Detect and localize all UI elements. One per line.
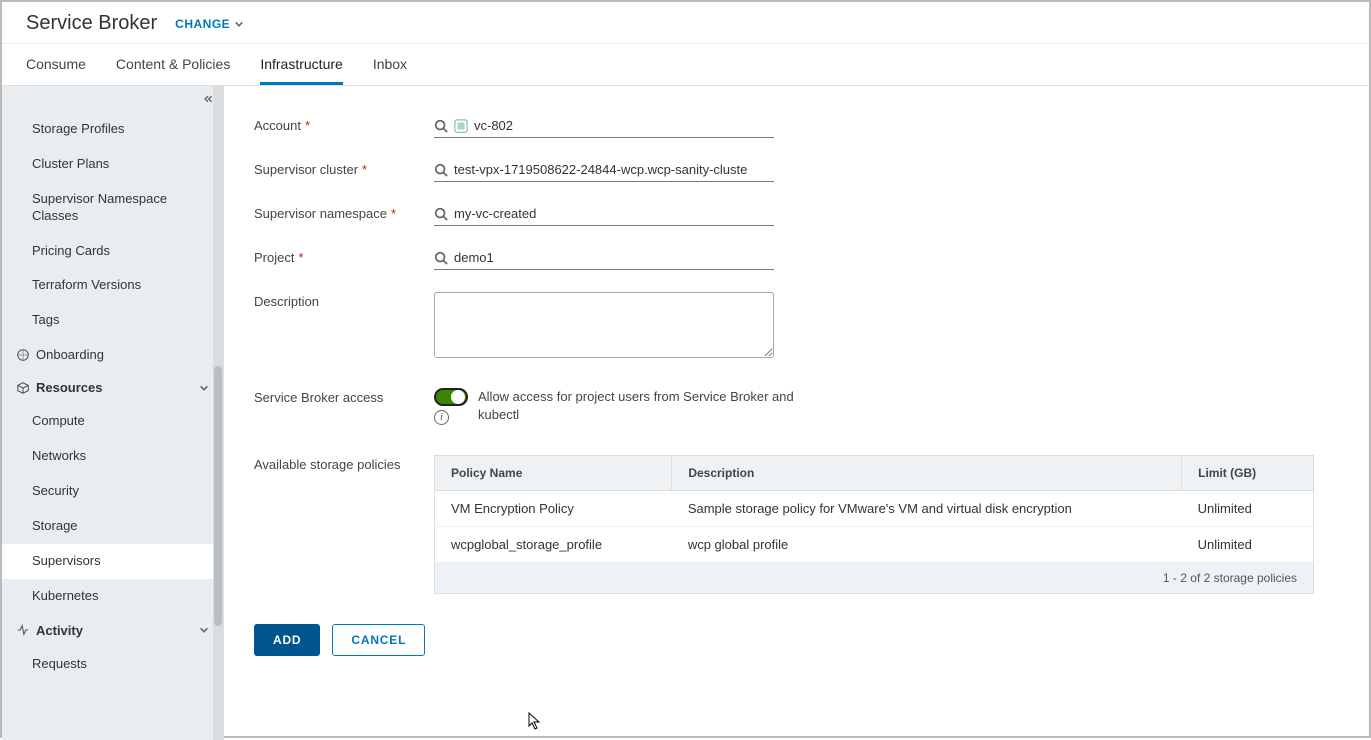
project-input-wrap[interactable] <box>434 248 774 270</box>
sidebar-item-supervisors[interactable]: Supervisors <box>2 544 223 579</box>
sidebar-scrollbar[interactable] <box>213 86 223 740</box>
activity-icon <box>16 623 30 637</box>
cell-limit: Unlimited <box>1182 527 1314 563</box>
account-input-wrap[interactable] <box>434 116 774 138</box>
sidebar-item-supervisor-namespace-classes[interactable]: Supervisor Namespace Classes <box>2 182 223 234</box>
cell-description: Sample storage policy for VMware's VM an… <box>672 491 1182 527</box>
namespace-input-wrap[interactable] <box>434 204 774 226</box>
sidebar-onboarding-label: Onboarding <box>36 347 104 362</box>
namespace-label: Supervisor namespace* <box>254 204 434 226</box>
tab-consume[interactable]: Consume <box>26 44 86 85</box>
cell-policy-name: VM Encryption Policy <box>435 491 672 527</box>
cell-policy-name: wcpglobal_storage_profile <box>435 527 672 563</box>
add-button[interactable]: ADD <box>254 624 320 656</box>
app-title: Service Broker <box>26 12 157 35</box>
sidebar-item-pricing-cards[interactable]: Pricing Cards <box>2 234 223 269</box>
search-icon <box>434 163 448 177</box>
access-toggle[interactable] <box>434 388 468 406</box>
vcenter-icon <box>454 119 468 133</box>
mouse-cursor <box>528 712 544 732</box>
double-chevron-left-icon <box>203 94 213 104</box>
sidebar-item-networks[interactable]: Networks <box>2 439 223 474</box>
tab-content-policies[interactable]: Content & Policies <box>116 44 230 85</box>
search-icon <box>434 207 448 221</box>
cluster-label: Supervisor cluster* <box>254 160 434 182</box>
col-limit[interactable]: Limit (GB) <box>1182 456 1314 491</box>
col-policy-name[interactable]: Policy Name <box>435 456 672 491</box>
sidebar: Storage Profiles Cluster Plans Superviso… <box>2 86 224 740</box>
table-row[interactable]: VM Encryption Policy Sample storage poli… <box>435 491 1314 527</box>
chevron-down-icon <box>199 383 209 393</box>
cell-description: wcp global profile <box>672 527 1182 563</box>
sidebar-item-compute[interactable]: Compute <box>2 404 223 439</box>
project-input[interactable] <box>454 250 774 265</box>
cell-limit: Unlimited <box>1182 491 1314 527</box>
access-text: Allow access for project users from Serv… <box>478 388 838 424</box>
account-input[interactable] <box>474 118 774 133</box>
sidebar-item-tags[interactable]: Tags <box>2 303 223 338</box>
table-row[interactable]: wcpglobal_storage_profile wcp global pro… <box>435 527 1314 563</box>
info-icon[interactable]: i <box>434 410 449 425</box>
search-icon <box>434 251 448 265</box>
tab-infrastructure[interactable]: Infrastructure <box>260 44 342 85</box>
onboarding-icon <box>16 348 30 362</box>
change-label: CHANGE <box>175 17 230 31</box>
policies-table: Policy Name Description Limit (GB) VM En… <box>434 455 1314 563</box>
namespace-input[interactable] <box>454 206 774 221</box>
sidebar-scroll-thumb[interactable] <box>214 366 222 626</box>
sidebar-item-terraform-versions[interactable]: Terraform Versions <box>2 268 223 303</box>
policies-label: Available storage policies <box>254 455 434 594</box>
chevron-down-icon <box>199 625 209 635</box>
chevron-down-icon <box>234 19 244 29</box>
form-actions: ADD CANCEL <box>254 624 1339 656</box>
sidebar-header-onboarding[interactable]: Onboarding <box>2 338 223 371</box>
change-link[interactable]: CHANGE <box>175 17 244 31</box>
sidebar-item-cluster-plans[interactable]: Cluster Plans <box>2 147 223 182</box>
description-label: Description <box>254 292 434 358</box>
sidebar-collapse-button[interactable] <box>2 86 223 112</box>
description-textarea[interactable] <box>434 292 774 358</box>
tab-inbox[interactable]: Inbox <box>373 44 407 85</box>
search-icon <box>434 119 448 133</box>
sidebar-item-requests[interactable]: Requests <box>2 647 223 682</box>
cluster-input-wrap[interactable] <box>434 160 774 182</box>
sidebar-header-activity[interactable]: Activity <box>2 614 223 647</box>
account-label: Account* <box>254 116 434 138</box>
sidebar-resources-label: Resources <box>36 380 102 395</box>
sidebar-item-storage[interactable]: Storage <box>2 509 223 544</box>
col-description[interactable]: Description <box>672 456 1182 491</box>
main-tabs: Consume Content & Policies Infrastructur… <box>2 44 1369 86</box>
resources-icon <box>16 381 30 395</box>
table-footer: 1 - 2 of 2 storage policies <box>434 563 1314 594</box>
sidebar-activity-label: Activity <box>36 623 83 638</box>
sidebar-item-security[interactable]: Security <box>2 474 223 509</box>
sidebar-header-resources[interactable]: Resources <box>2 371 223 404</box>
app-header: Service Broker CHANGE <box>2 2 1369 44</box>
main-content: Account* Supervisor cluster* Supervisor … <box>224 86 1369 740</box>
sidebar-item-storage-profiles[interactable]: Storage Profiles <box>2 112 223 147</box>
cancel-button[interactable]: CANCEL <box>332 624 425 656</box>
access-label: Service Broker access <box>254 388 434 425</box>
project-label: Project* <box>254 248 434 270</box>
sidebar-item-kubernetes[interactable]: Kubernetes <box>2 579 223 614</box>
cluster-input[interactable] <box>454 162 774 177</box>
